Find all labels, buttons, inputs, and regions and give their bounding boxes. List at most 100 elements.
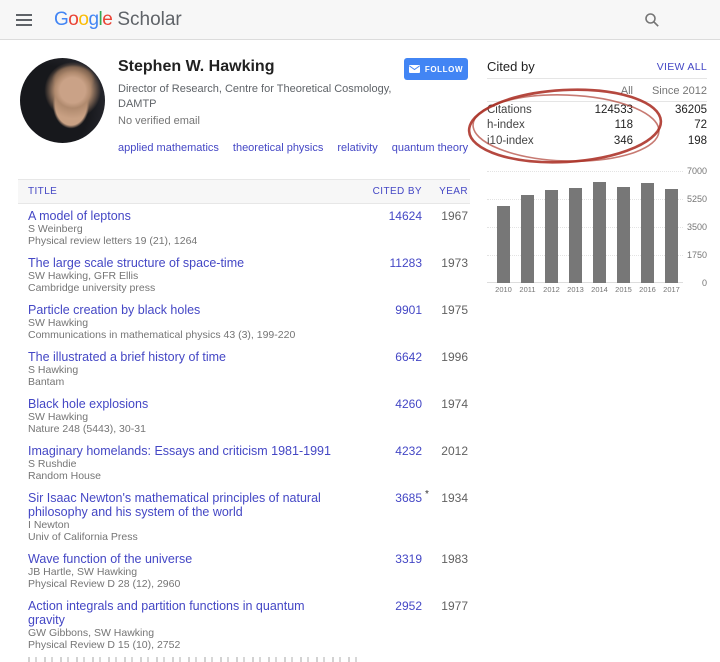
x-axis-tick-label: 2015 — [613, 285, 634, 294]
citation-count-link[interactable]: 3685 — [395, 491, 422, 505]
citation-count-link[interactable]: 9901 — [395, 303, 422, 317]
follow-button[interactable]: FOLLOW — [404, 58, 468, 80]
publication-venue: Physical Review D 28 (12), 2960 — [28, 578, 338, 590]
stats-value-since: 72 — [633, 119, 707, 131]
publication-year: 1967 — [422, 209, 468, 247]
x-axis-tick-label: 2012 — [541, 285, 562, 294]
x-axis-tick-label: 2017 — [661, 285, 682, 294]
publication-authors: S Weinberg — [28, 223, 338, 235]
citation-bar-2011[interactable] — [521, 195, 534, 282]
publication-title-link[interactable]: Particle creation by black holes — [28, 303, 338, 317]
publication-title-link[interactable]: The large scale structure of space-time — [28, 256, 338, 270]
google-scholar-logo[interactable]: Google Scholar — [54, 9, 182, 31]
publication-authors: SW Hawking — [28, 411, 338, 423]
cited-by-panel: Cited by VIEW ALL All Since 2012 Citatio… — [487, 55, 707, 301]
publication-year: 1996 — [422, 350, 468, 388]
envelope-icon — [409, 65, 420, 73]
publication-row: Black hole explosions SW Hawking Nature … — [18, 392, 470, 439]
logo-letter: g — [88, 9, 98, 30]
publication-venue: Physical review letters 19 (21), 1264 — [28, 235, 338, 247]
top-app-bar: Google Scholar — [0, 0, 720, 40]
profile-interests: applied mathematics theoretical physics re… — [118, 135, 430, 160]
publication-title-link[interactable]: Imaginary homelands: Essays and criticis… — [28, 444, 338, 458]
publication-row: Wave function of the universe JB Hartle,… — [18, 547, 470, 594]
citation-count-link[interactable]: 11283 — [390, 256, 422, 270]
publication-authors: S Hawking — [28, 364, 338, 376]
citation-bar-2014[interactable] — [593, 182, 606, 283]
logo-letter: o — [68, 9, 78, 30]
stats-row-label[interactable]: Citations — [487, 104, 567, 116]
publication-title-link[interactable]: Black hole explosions — [28, 397, 338, 411]
citation-count-link[interactable]: 2952 — [395, 599, 422, 613]
publication-title-link[interactable]: Wave function of the universe — [28, 552, 338, 566]
column-header-title[interactable]: TITLE — [28, 186, 352, 197]
stats-value-all: 346 — [567, 135, 633, 147]
publication-venue: Cambridge university press — [28, 282, 338, 294]
citation-bar-2015[interactable] — [617, 187, 630, 283]
chart-y-axis: 01750350052507000 — [677, 171, 707, 283]
publication-title-link[interactable]: A model of leptons — [28, 209, 338, 223]
citation-bar-2010[interactable] — [497, 206, 510, 283]
citation-note-asterisk: * — [425, 489, 429, 500]
x-axis-tick-label: 2016 — [637, 285, 658, 294]
interest-link[interactable]: relativity — [337, 142, 377, 154]
publication-row: Sir Isaac Newton's mathematical principl… — [18, 486, 470, 547]
view-all-link[interactable]: VIEW ALL — [657, 61, 707, 73]
publication-authors: S Rushdie — [28, 458, 338, 470]
profile-and-publications: Stephen W. Hawking Director of Research,… — [18, 56, 470, 662]
profile-email-status: No verified email — [118, 115, 470, 127]
column-header-cited-by[interactable]: CITED BY — [352, 186, 422, 197]
citation-bar-2016[interactable] — [641, 183, 654, 283]
publication-authors: JB Hartle, SW Hawking — [28, 566, 338, 578]
stats-row-label[interactable]: i10-index — [487, 135, 567, 147]
interest-link[interactable]: applied mathematics — [118, 142, 219, 154]
stats-value-all: 124533 — [567, 104, 633, 116]
citation-count-link[interactable]: 4232 — [395, 444, 422, 458]
stats-row-label[interactable]: h-index — [487, 119, 567, 131]
citation-bar-2013[interactable] — [569, 188, 582, 282]
y-axis-tick-label: 1750 — [687, 250, 707, 260]
publication-row: The illustrated a brief history of time … — [18, 345, 470, 392]
publication-row: Particle creation by black holes SW Hawk… — [18, 298, 470, 345]
publication-row: The large scale structure of space-time … — [18, 251, 470, 298]
citation-bar-2012[interactable] — [545, 190, 558, 283]
follow-button-label: FOLLOW — [425, 65, 463, 74]
publication-year: 1975 — [422, 303, 468, 341]
profile-photo[interactable] — [20, 58, 105, 143]
logo-letter: o — [78, 9, 88, 30]
publication-authors: I Newton — [28, 519, 338, 531]
stats-column-all: All — [567, 85, 633, 97]
stats-row: Citations 124533 36205 — [487, 102, 707, 118]
publication-title-link[interactable]: The illustrated a brief history of time — [28, 350, 338, 364]
publications-table: TITLE CITED BY YEAR A model of leptons S… — [18, 179, 470, 662]
stats-row: i10-index 346 198 — [487, 133, 707, 149]
publication-year: 1973 — [422, 256, 468, 294]
citation-count-link[interactable]: 6642 — [395, 350, 422, 364]
y-axis-tick-label: 5250 — [687, 194, 707, 204]
menu-icon[interactable] — [16, 11, 32, 29]
interest-link[interactable]: theoretical physics — [233, 142, 324, 154]
citation-count-link[interactable]: 4260 — [395, 397, 422, 411]
publication-year: 2012 — [422, 444, 468, 482]
publications-table-header: TITLE CITED BY YEAR — [18, 179, 470, 204]
publication-title-link[interactable]: Sir Isaac Newton's mathematical principl… — [28, 491, 338, 519]
stats-value-since: 36205 — [633, 104, 707, 116]
publication-authors: SW Hawking, GFR Ellis — [28, 270, 338, 282]
y-axis-tick-label: 3500 — [687, 222, 707, 232]
x-axis-tick-label: 2011 — [517, 285, 538, 294]
x-axis-tick-label: 2014 — [589, 285, 610, 294]
publication-venue: Univ of California Press — [28, 531, 338, 543]
scholar-wordmark: Scholar — [117, 9, 181, 31]
citation-count-link[interactable]: 14624 — [389, 209, 422, 223]
stats-row: h-index 118 72 — [487, 118, 707, 134]
logo-letter: e — [102, 9, 112, 30]
publication-title-link[interactable]: Action integrals and partition functions… — [28, 599, 338, 627]
column-header-year[interactable]: YEAR — [422, 186, 468, 197]
interest-link[interactable]: quantum theory — [392, 142, 468, 154]
publication-authors: SW Hawking — [28, 317, 338, 329]
citation-count-link[interactable]: 3319 — [395, 552, 422, 566]
search-icon[interactable] — [644, 12, 660, 28]
publication-authors: GW Gibbons, SW Hawking — [28, 627, 338, 639]
stats-column-since: Since 2012 — [633, 85, 707, 97]
stats-value-since: 198 — [633, 135, 707, 147]
